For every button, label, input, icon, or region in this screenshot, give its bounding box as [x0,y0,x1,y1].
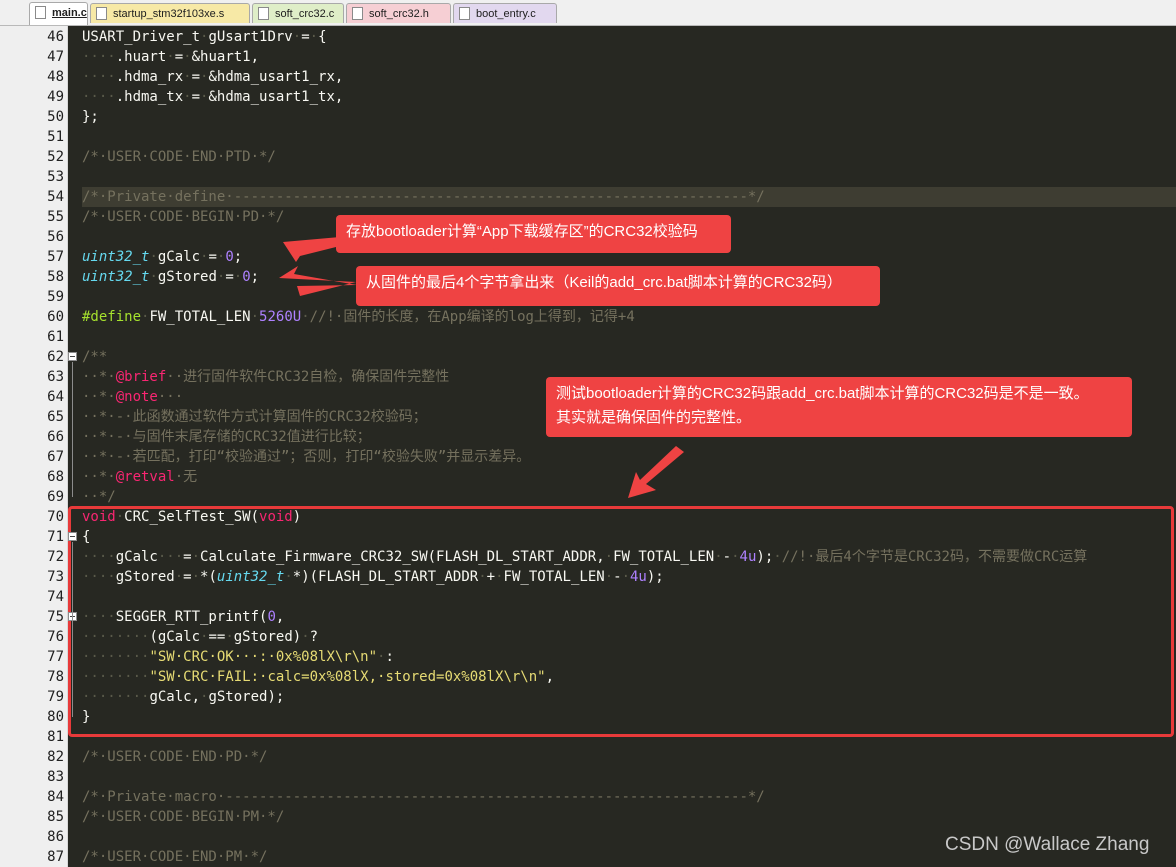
fold-guide [72,362,73,497]
annotation-selftest-line2: 其实就是确保固件的完整性。 [556,409,752,426]
annotation-gcalc: 存放bootloader计算“App下载缓存区”的CRC32校验码 [336,215,731,253]
annotation-gstored: 从固件的最后4个字节拿出来（Keil的add_crc.bat脚本计算的CRC32… [356,266,880,306]
arrow-to-function [628,446,684,498]
annotation-gcalc-text: 存放bootloader计算“App下载缓存区”的CRC32校验码 [346,223,698,240]
arrow-to-gcalc [283,237,344,262]
fold-toggle-icon[interactable] [68,532,77,541]
annotation-selftest-line1: 测试bootloader计算的CRC32码跟add_crc.bat脚本计算的CR… [556,385,1089,402]
annotation-selftest: 测试bootloader计算的CRC32码跟add_crc.bat脚本计算的CR… [546,377,1132,437]
arrow-to-gstored [279,266,357,296]
fold-toggle-icon[interactable] [68,352,77,361]
annotation-gstored-text: 从固件的最后4个字节拿出来（Keil的add_crc.bat脚本计算的CRC32… [366,274,842,291]
fold-guide [72,542,73,717]
watermark: CSDN @Wallace Zhang [945,834,1150,855]
